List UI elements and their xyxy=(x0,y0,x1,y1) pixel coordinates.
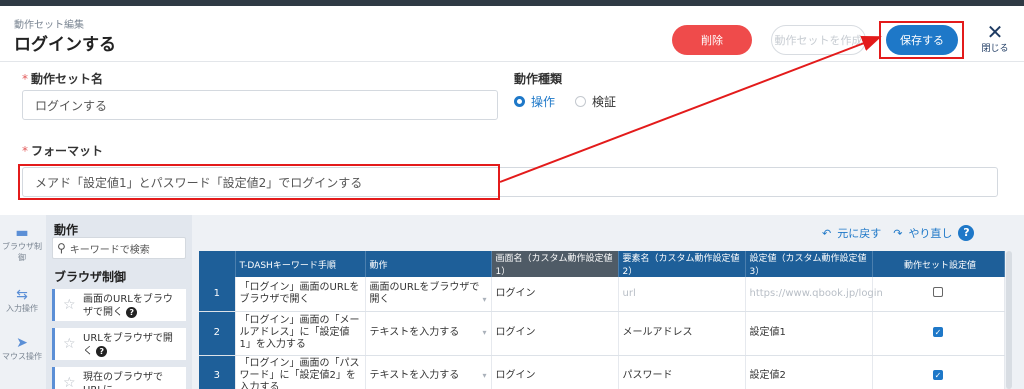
redo-button[interactable]: やり直し xyxy=(908,225,952,241)
element-cell[interactable]: url xyxy=(618,277,746,312)
header-step: T-DASHキーワード手順 xyxy=(235,251,366,277)
value-cell[interactable]: 設定値2 xyxy=(745,355,873,389)
redo-icon[interactable]: ↷ xyxy=(893,227,902,240)
header-set-value: 動作セット設定値 xyxy=(872,251,1005,277)
breadcrumb: 動作セット編集 xyxy=(14,20,84,31)
section-title: ブラウザ制御 xyxy=(54,270,127,284)
browser-icon: ▬ xyxy=(15,225,29,241)
format-highlight-box xyxy=(18,164,500,200)
header-num xyxy=(199,251,236,277)
radio-verify-label: 検証 xyxy=(592,95,617,109)
screen-cell[interactable]: ログイン xyxy=(491,355,619,389)
help-icon[interactable]: ? xyxy=(958,225,975,241)
undo-button[interactable]: 元に戻す xyxy=(837,225,881,241)
rail-browser[interactable]: ▬ ブラウザ制御 xyxy=(0,225,44,263)
chevron-down-icon[interactable]: ▾ xyxy=(482,294,486,306)
action-cell[interactable]: テキストを入力する ▾ xyxy=(365,355,492,389)
table-row[interactable]: 2 「ログイン」画面の「メールアドレス」に「設定値1」を入力する テキストを入力… xyxy=(199,311,1005,356)
format-label: * フォーマット xyxy=(22,144,104,158)
help-icon[interactable]: ? xyxy=(96,346,108,357)
panel-title: 動作 xyxy=(54,223,79,237)
type-label: 動作種類 xyxy=(514,72,563,86)
set-value-checkbox-cell[interactable]: ✓ xyxy=(872,355,1005,389)
search-input[interactable]: ⚲ キーワードで検索 xyxy=(52,237,186,259)
action-panel: 動作 ⚲ キーワードで検索 ブラウザ制御 ☆ 画面のURLをブラウザで開く ? … xyxy=(46,215,192,389)
steps-table: T-DASHキーワード手順 動作 画面名（カスタム動作設定値1） 要素名（カスタ… xyxy=(199,251,1005,389)
table-row[interactable]: 1 「ログイン」画面のURLをブラウザで開く 画面のURLをブラウザで開く ▾ ロ… xyxy=(199,277,1005,312)
radio-operation[interactable] xyxy=(514,96,525,107)
action-cell[interactable]: テキストを入力する ▾ xyxy=(365,311,492,356)
set-value-checkbox[interactable]: ✓ xyxy=(933,327,943,337)
header-element: 要素名（カスタム動作設定値2） xyxy=(618,251,746,277)
table-scrollbar[interactable] xyxy=(1006,251,1012,389)
header-screen: 画面名（カスタム動作設定値1） xyxy=(491,251,619,277)
chevron-down-icon[interactable]: ▾ xyxy=(482,327,486,339)
header-value: 設定値（カスタム動作設定値3） xyxy=(745,251,873,277)
category-rail: ▬ ブラウザ制御 ⇆ 入力操作 ➤ マウス操作 xyxy=(0,215,44,389)
save-highlight-box xyxy=(879,21,964,59)
row-number: 2 xyxy=(199,311,236,356)
action-item[interactable]: ☆ URLをブラウザで開く ? xyxy=(52,328,186,360)
star-icon[interactable]: ☆ xyxy=(63,298,76,312)
screen-cell[interactable]: ログイン xyxy=(491,311,619,356)
input-icon: ⇆ xyxy=(16,287,28,303)
set-value-checkbox-cell[interactable] xyxy=(872,277,1005,312)
history-toolbar: ↶ 元に戻す ↷ やり直し ? xyxy=(816,225,975,241)
star-icon[interactable]: ☆ xyxy=(63,337,76,351)
close-icon: ✕ xyxy=(986,20,1004,44)
name-label: * 動作セット名 xyxy=(22,72,104,86)
screen-cell[interactable]: ログイン xyxy=(491,277,619,312)
page-header: 動作セット編集 ログインする 削除 動作セットを作成 保存する ✕ 閉じる xyxy=(0,6,1024,62)
table-header-row: T-DASHキーワード手順 動作 画面名（カスタム動作設定値1） 要素名（カスタ… xyxy=(199,251,1005,277)
step-cell[interactable]: 「ログイン」画面のURLをブラウザで開く xyxy=(235,277,366,312)
page-title: ログインする xyxy=(14,35,116,55)
row-number: 3 xyxy=(199,355,236,389)
rail-input[interactable]: ⇆ 入力操作 xyxy=(0,287,44,314)
close-button[interactable]: ✕ 閉じる xyxy=(980,20,1010,59)
radio-operation-label: 操作 xyxy=(531,95,556,109)
value-cell[interactable]: https://www.qbook.jp/login xyxy=(745,277,883,312)
close-label: 閉じる xyxy=(981,44,1009,54)
create-action-set-button[interactable]: 動作セットを作成 xyxy=(771,25,866,55)
type-radio-group: 操作 検証 xyxy=(514,93,616,110)
chevron-down-icon[interactable]: ▾ xyxy=(482,370,486,382)
star-icon[interactable]: ☆ xyxy=(63,376,76,389)
element-cell[interactable]: メールアドレス xyxy=(618,311,746,356)
set-value-checkbox[interactable]: ✓ xyxy=(933,369,943,380)
table-row[interactable]: 3 「ログイン」画面の「パスワード」に「設定値2」を入力する テキストを入力する… xyxy=(199,355,1005,389)
step-cell[interactable]: 「ログイン」画面の「メールアドレス」に「設定値1」を入力する xyxy=(235,311,366,356)
action-item[interactable]: ☆ 現在のブラウザでURLに xyxy=(52,367,186,389)
cursor-icon: ➤ xyxy=(16,335,28,351)
action-item[interactable]: ☆ 画面のURLをブラウザで開く ? xyxy=(52,289,186,321)
radio-verify[interactable] xyxy=(575,96,587,107)
editor-area: ▬ ブラウザ制御 ⇆ 入力操作 ➤ マウス操作 動作 ⚲ キーワードで検索 ブラ… xyxy=(0,215,1024,389)
name-input[interactable]: ログインする xyxy=(22,90,498,120)
row-number: 1 xyxy=(199,277,236,312)
action-cell[interactable]: 画面のURLをブラウザで開く ▾ xyxy=(365,277,492,312)
delete-button[interactable]: 削除 xyxy=(672,25,752,55)
element-cell[interactable]: パスワード xyxy=(618,355,746,389)
value-cell[interactable]: 設定値1 xyxy=(745,311,873,356)
header-action: 動作 xyxy=(365,251,492,277)
help-icon[interactable]: ? xyxy=(126,307,138,318)
undo-icon[interactable]: ↶ xyxy=(822,227,831,240)
set-value-checkbox[interactable] xyxy=(933,286,943,297)
rail-mouse[interactable]: ➤ マウス操作 xyxy=(0,335,44,362)
set-value-checkbox-cell[interactable]: ✓ xyxy=(872,311,1005,356)
search-icon: ⚲ xyxy=(57,241,66,255)
step-cell[interactable]: 「ログイン」画面の「パスワード」に「設定値2」を入力する xyxy=(235,355,366,389)
